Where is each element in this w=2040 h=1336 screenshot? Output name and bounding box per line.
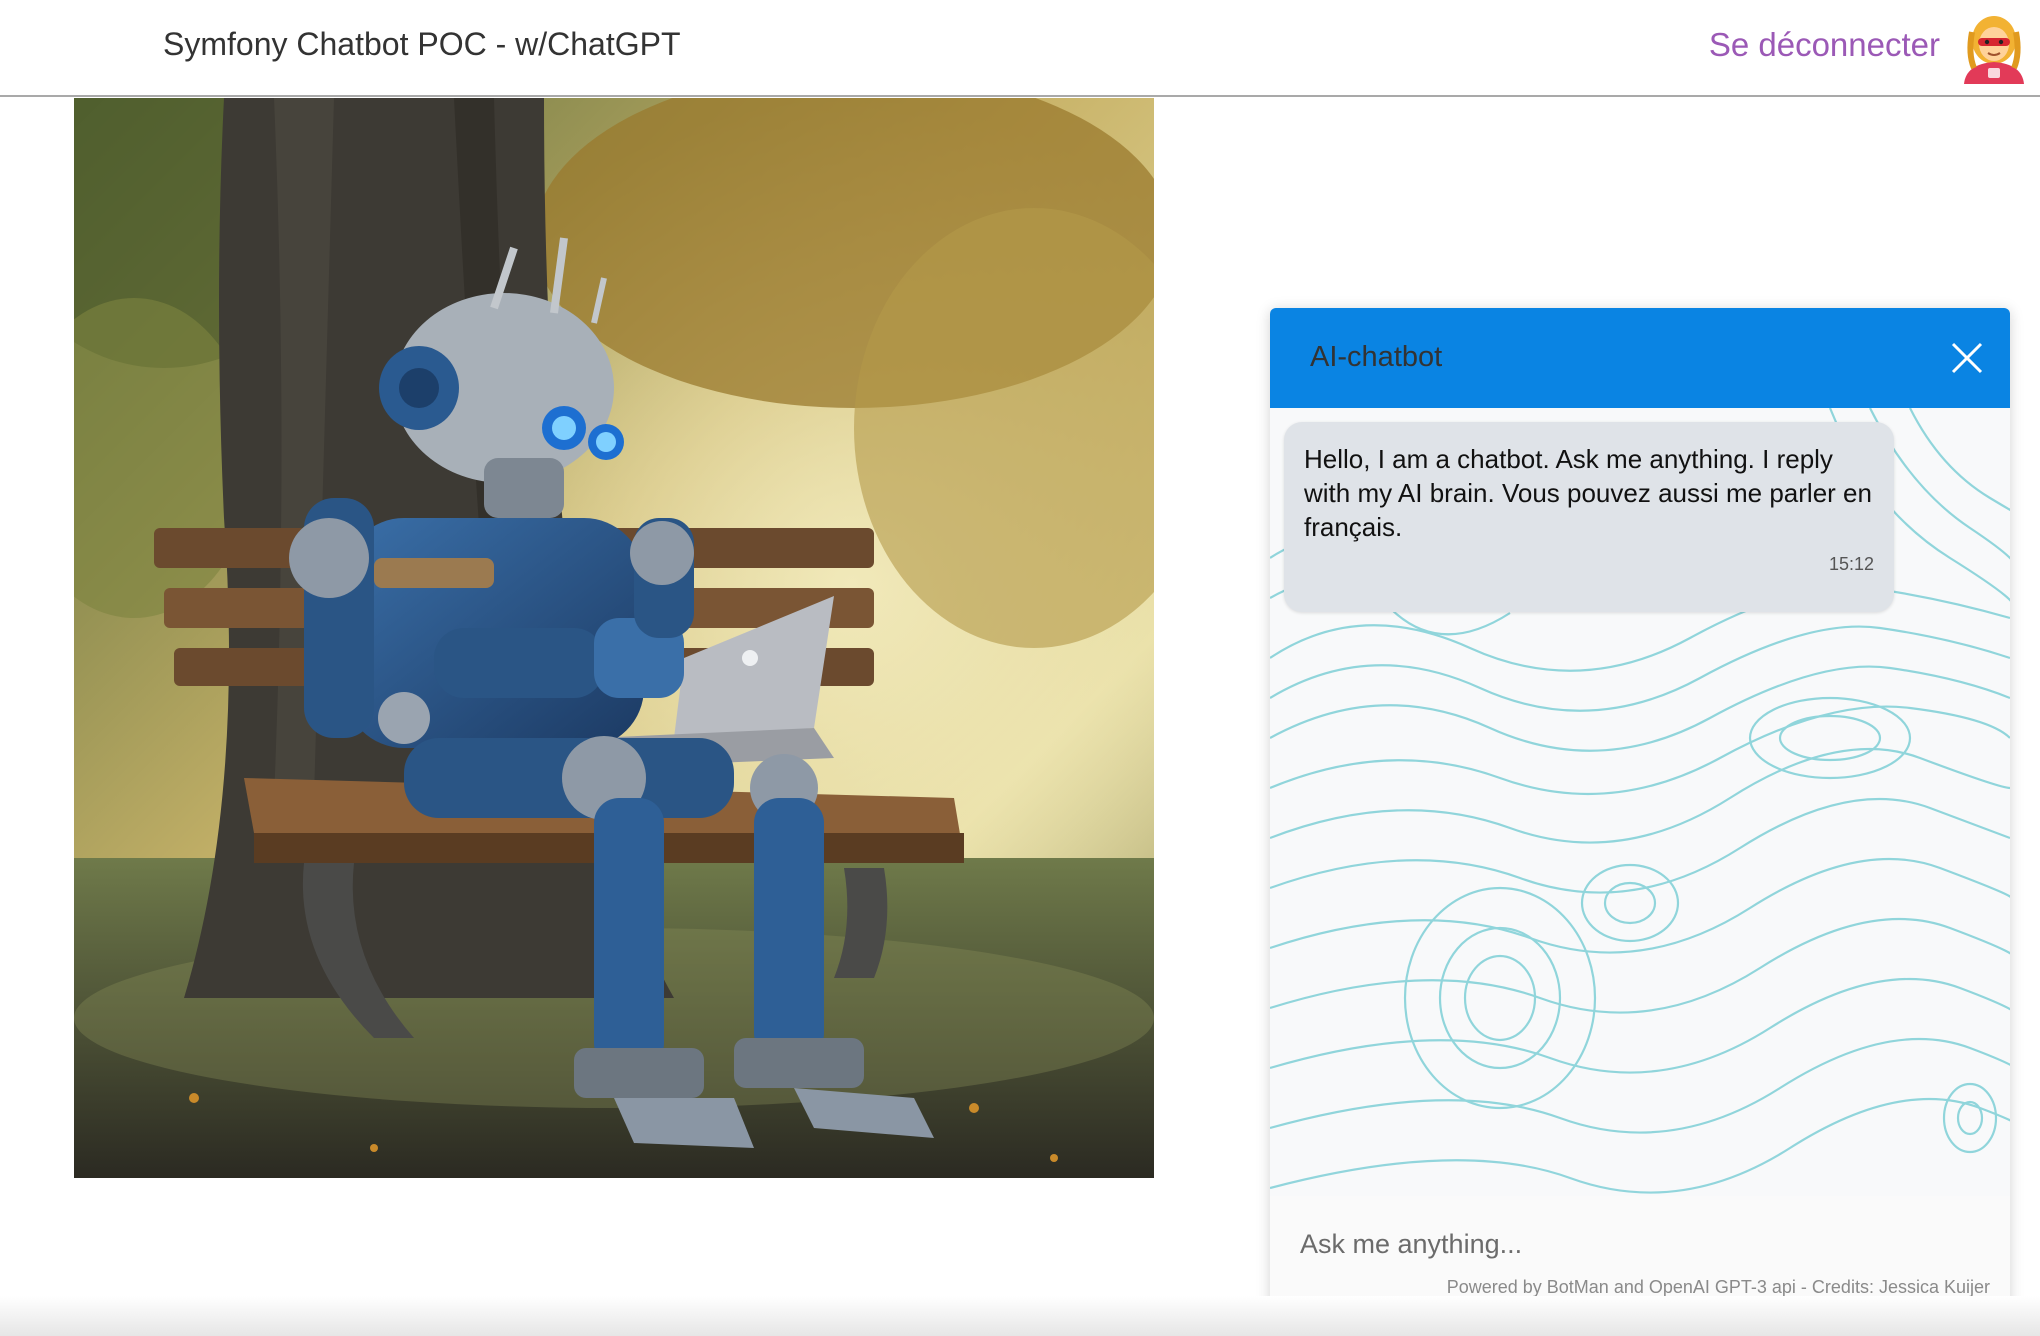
bot-message-text: Hello, I am a chatbot. Ask me anything. … [1304, 444, 1872, 542]
page-bottom-shadow [0, 1296, 2040, 1336]
logout-link[interactable]: Se déconnecter [1709, 26, 1940, 64]
chat-title: AI-chatbot [1310, 341, 1443, 373]
chat-message-input[interactable] [1298, 1218, 1982, 1270]
top-navbar: Symfony Chatbot POC - w/ChatGPT Se décon… [0, 0, 2040, 97]
chat-input-area: Powered by BotMan and OpenAI GPT-3 api -… [1270, 1196, 2010, 1308]
superhero-woman-icon[interactable] [1958, 14, 2030, 84]
credits-text: Powered by BotMan and OpenAI GPT-3 api -… [1446, 1277, 1990, 1297]
close-icon[interactable] [1940, 331, 1994, 385]
chat-widget: AI-chatbot Hello, I am a chatbot. Ask me… [1270, 308, 2010, 1308]
chat-messages[interactable]: Hello, I am a chatbot. Ask me anything. … [1270, 408, 2010, 1196]
robot-on-bench-illustration [74, 98, 1154, 1178]
message-timestamp: 15:12 [1828, 554, 1874, 574]
chat-header: AI-chatbot [1270, 308, 2010, 408]
bot-message-bubble: Hello, I am a chatbot. Ask me anything. … [1284, 422, 1894, 612]
app-title[interactable]: Symfony Chatbot POC - w/ChatGPT [163, 26, 681, 63]
